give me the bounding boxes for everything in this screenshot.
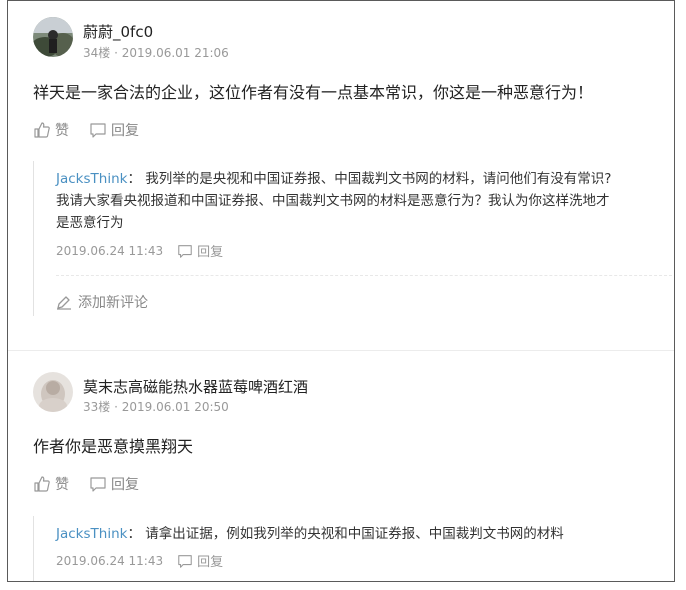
reply-line-3: 是恶意行为 [56, 215, 124, 231]
reply-separator: ： [127, 526, 141, 542]
comment-author[interactable]: 蔚蔚_0fc0 [83, 21, 153, 42]
comment-author[interactable]: 莫末志高磁能热水器蓝莓啤酒红酒 [83, 376, 308, 397]
comment-separator [8, 350, 674, 351]
reply-reply-button[interactable]: 回复 [177, 551, 223, 570]
speech-bubble-icon [90, 477, 106, 492]
reply-label: 回复 [111, 477, 139, 493]
reply-username[interactable]: JacksThink [56, 171, 127, 187]
reply-reply-button[interactable]: 回复 [177, 241, 223, 260]
speech-bubble-icon [178, 244, 192, 258]
reply-separator: ： [127, 171, 141, 187]
reply-meta: 2019.06.24 11:43 回复 [56, 241, 223, 261]
like-label: 赞 [55, 477, 69, 493]
speech-bubble-icon [90, 123, 106, 138]
reply-text: JacksThink： 我列举的是央视和中国证券报、中国裁判文书网的材料，请问他… [56, 168, 674, 234]
reply-meta: 2019.06.24 11:43 回复 [56, 551, 223, 571]
reply-list: JacksThink： 我列举的是央视和中国证券报、中国裁判文书网的材料，请问他… [33, 161, 674, 316]
speech-bubble-icon [178, 554, 192, 568]
add-comment-label: 添加新评论 [78, 295, 148, 311]
reply-label: 回复 [197, 245, 224, 260]
reply-text: JacksThink： 请拿出证据，例如我列举的央视和中国证券报、中国裁判文书网… [56, 523, 674, 545]
reply-line-1: 请拿出证据，例如我列举的央视和中国证券报、中国裁判文书网的材料 [145, 526, 564, 542]
reply-button[interactable]: 回复 [89, 120, 139, 140]
reply-username[interactable]: JacksThink [56, 526, 127, 542]
reply-line-1: 我列举的是央视和中国证券报、中国裁判文书网的材料，请问他们有没有常识? [145, 171, 612, 187]
comment-text: 作者你是恶意摸黑翔天 [33, 437, 194, 456]
pencil-icon [57, 296, 71, 310]
like-label: 赞 [55, 123, 69, 139]
avatar[interactable] [33, 372, 73, 412]
add-comment-button[interactable]: 添加新评论 [56, 292, 148, 312]
comment-text: 祥天是一家合法的企业，这位作者有没有一点基本常识，你这是一种恶意行为！ [33, 83, 594, 102]
comment-actions: 赞 回复 [33, 474, 159, 494]
like-button[interactable]: 赞 [33, 474, 69, 494]
comments-frame: 蔚蔚_0fc0 34楼 · 2019.06.01 21:06 祥天是一家合法的企… [7, 0, 675, 582]
comment-meta: 34楼 · 2019.06.01 21:06 [83, 46, 229, 60]
thumbs-up-icon [34, 476, 50, 492]
like-button[interactable]: 赞 [33, 120, 69, 140]
reply-time: 2019.06.24 11:43 [56, 553, 164, 568]
comment-actions: 赞 回复 [33, 120, 159, 140]
comment-meta: 33楼 · 2019.06.01 20:50 [83, 400, 229, 414]
reply-line-2: 我请大家看央视报道和中国证券报、中国裁判文书网的材料是恶意行为？我认为你这样洗地… [56, 193, 610, 209]
reply-divider [56, 275, 674, 276]
thumbs-up-icon [34, 122, 50, 138]
reply-list: JacksThink： 请拿出证据，例如我列举的央视和中国证券报、中国裁判文书网… [33, 516, 674, 581]
avatar[interactable] [33, 17, 73, 57]
reply-time: 2019.06.24 11:43 [56, 243, 164, 258]
reply-label: 回复 [197, 555, 224, 570]
reply-label: 回复 [111, 123, 139, 139]
reply-button[interactable]: 回复 [89, 474, 139, 494]
